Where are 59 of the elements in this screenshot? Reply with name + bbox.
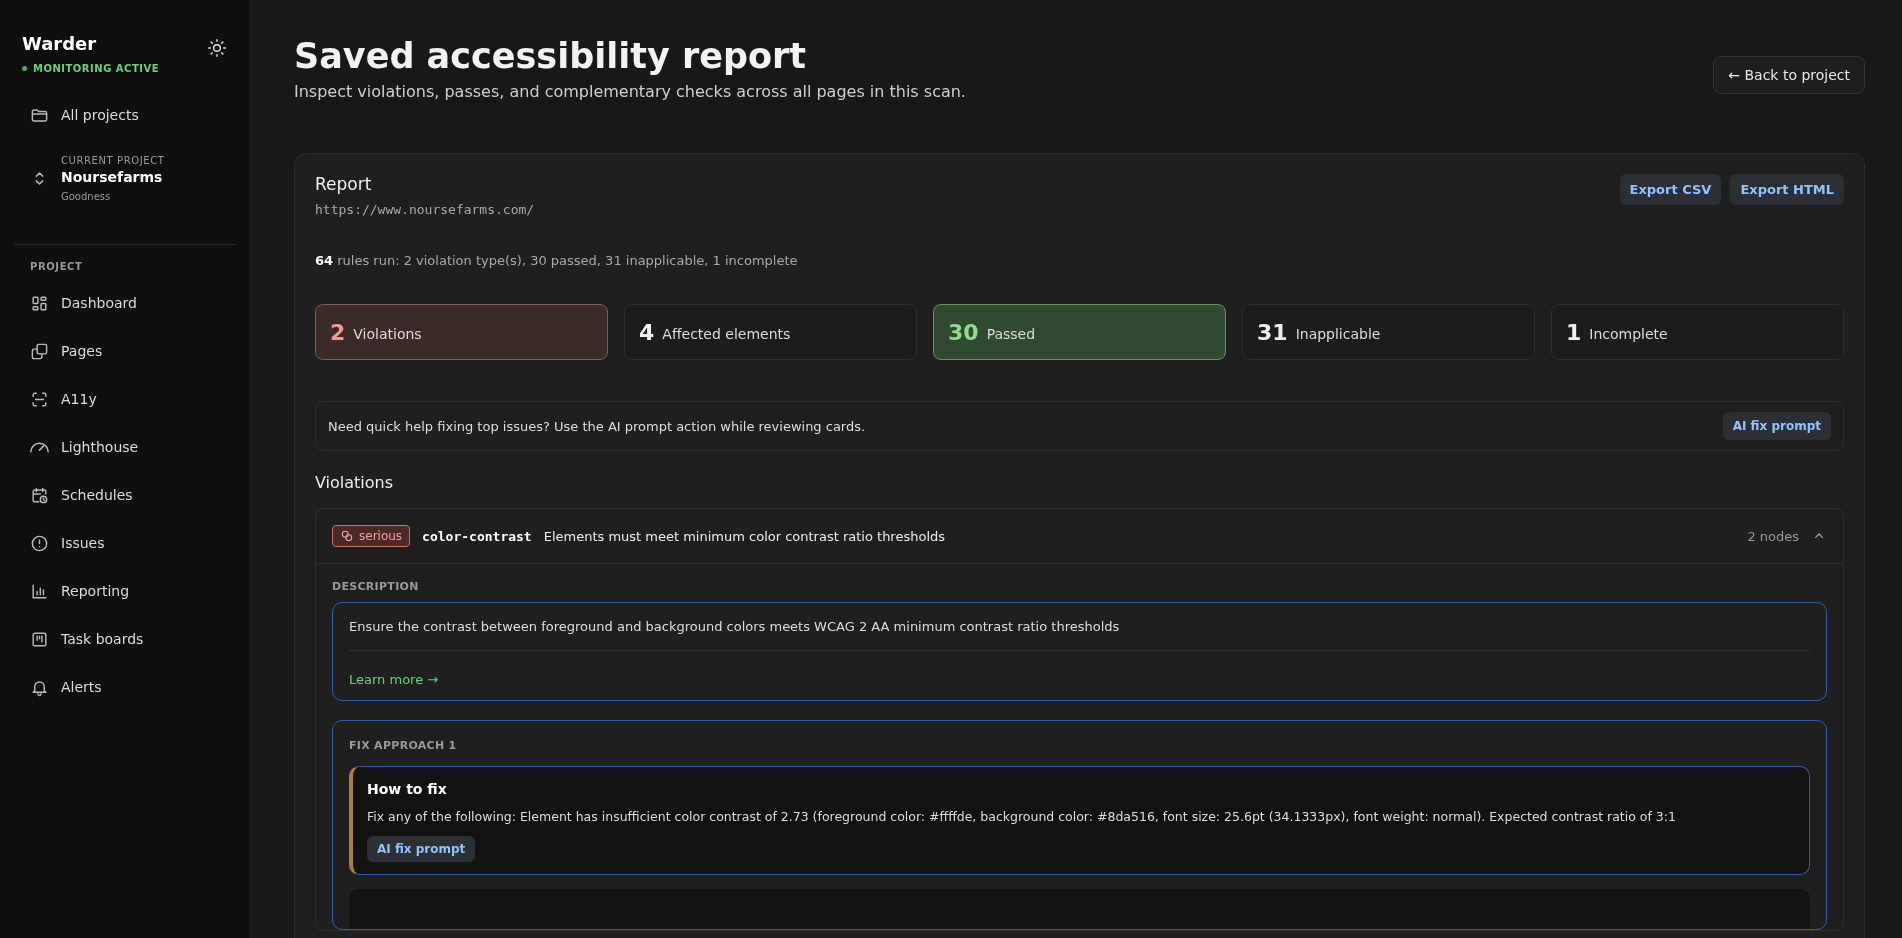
description-label: DESCRIPTION (332, 580, 420, 593)
stat-label: Inapplicable (1295, 326, 1381, 342)
project-label: CURRENT PROJECT (61, 155, 165, 166)
nav-item[interactable]: Dashboard (14, 279, 236, 327)
theme-toggle-button[interactable] (206, 38, 228, 60)
nav-item[interactable]: Lighthouse (14, 423, 236, 471)
copy-icon (30, 341, 49, 361)
nav-item[interactable]: Reporting (14, 567, 236, 615)
section-heading: Violations (315, 473, 395, 492)
project-name: Noursefarms (61, 169, 164, 185)
ai-fix-prompt-button[interactable]: AI fix prompt (1722, 412, 1831, 440)
nav-item[interactable]: Pages (14, 327, 236, 375)
stat-value: 30 (948, 319, 979, 345)
section-label: PROJECT (29, 261, 84, 272)
dashboard-icon (30, 293, 49, 313)
project-org: Goodness (61, 191, 112, 202)
app-name: Warder (22, 33, 98, 54)
stat-label: Incomplete (1589, 326, 1668, 342)
alert-circle-icon (30, 533, 49, 553)
stat-label: Affected elements (662, 326, 791, 342)
calendar-clock-icon (30, 485, 49, 505)
nav-item[interactable]: All projects (14, 91, 236, 139)
report-url: https://www.noursefarms.com/ (315, 202, 535, 217)
scan-icon (30, 389, 49, 409)
learn-more-link[interactable]: Learn more → (349, 672, 439, 687)
violation-header[interactable]: serious color-contrast Elements must meet minimum color contrast ratio thresholds 2 nodes (316, 509, 1843, 564)
gauge-icon (30, 441, 49, 453)
back-button[interactable]: ← Back to project (1713, 56, 1865, 94)
nav-item[interactable]: Alerts (14, 663, 236, 711)
stat-value: 2 (330, 319, 346, 345)
export-button[interactable]: Export CSV (1619, 174, 1722, 205)
violation-title: Elements must meet minimum color contrast ratio thresholds (543, 528, 947, 544)
status-text: MONITORING ACTIVE (33, 63, 160, 74)
nav-item[interactable]: A11y (14, 375, 236, 423)
stat-value: 4 (639, 319, 655, 345)
circles-icon (340, 529, 354, 543)
nav-item[interactable]: Task boards (14, 615, 236, 663)
stat-value: 31 (1257, 319, 1288, 345)
severity-text: serious (359, 529, 403, 543)
ai-fix-prompt-button[interactable]: AI fix prompt (367, 836, 476, 862)
nav-item[interactable]: Schedules (14, 471, 236, 519)
page-subtitle: Inspect violations, passes, and complementary checks across all pages in this scan. (294, 82, 966, 101)
how-to-fix-text: Fix any of the following: Element has insufficient color contrast of 2.73 (foreground color: #ffffde, background color: #8da516, font size: 25.6pt (34.1333px), font weight: normal). Expected contrast ratio of 3:1 (367, 809, 1677, 824)
stat-label: Passed (986, 326, 1036, 342)
stat-label: Violations (353, 326, 422, 342)
board-icon (30, 629, 49, 649)
summary-text: 64 rules run: 2 violation type(s), 30 passed, 31 inapplicable, 1 incomplete (315, 253, 799, 268)
rule-id: color-contrast (422, 528, 532, 544)
node-count: 2 nodes (1747, 528, 1799, 544)
project-switcher[interactable]: CURRENT PROJECT Noursefarms Goodness (14, 139, 236, 236)
description-text: Ensure the contrast between foreground and background colors meets WCAG 2 AA minimum contrast ratio thresholds (349, 619, 1121, 634)
help-text: Need quick help fixing top issues? Use the AI prompt action while reviewing cards. (328, 418, 866, 434)
nav-item[interactable]: Issues (14, 519, 236, 567)
stat-value: 1 (1566, 319, 1582, 345)
page-title: Saved accessibility report (294, 36, 807, 76)
how-to-fix-heading: How to fix (367, 781, 448, 797)
fix-label: FIX APPROACH 1 (349, 739, 458, 752)
export-button[interactable]: Export HTML (1730, 174, 1844, 205)
report-title: Report (315, 174, 373, 194)
